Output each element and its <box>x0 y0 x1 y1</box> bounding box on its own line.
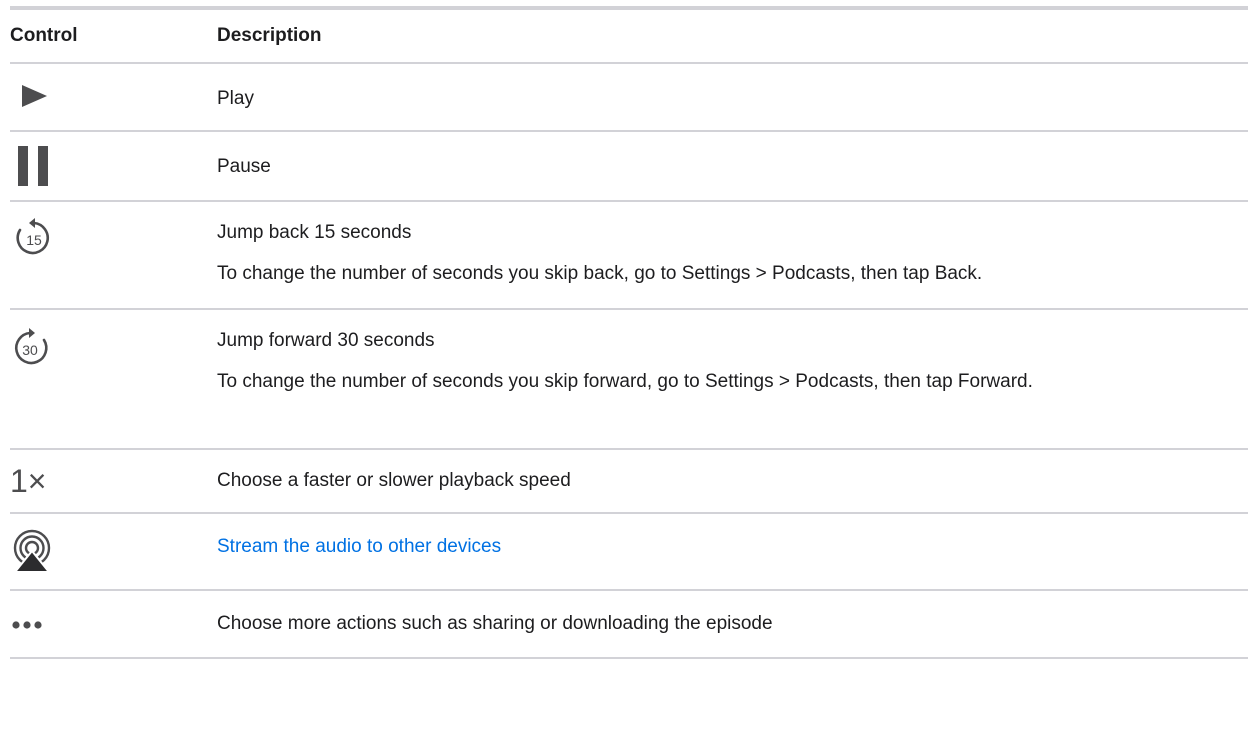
table-header: Control Description <box>10 10 1248 64</box>
table-row: 1× Choose a faster or slower playback sp… <box>10 450 1248 514</box>
row-description: Pause <box>217 156 271 177</box>
table-row: Choose more actions such as sharing or d… <box>10 591 1248 659</box>
row-note: To change the number of seconds you skip… <box>217 263 983 285</box>
stream-audio-link[interactable]: Stream the audio to other devices <box>217 532 1248 562</box>
skip-forward-30-icon: 30 <box>14 328 48 365</box>
playback-speed-icon: 1× <box>10 464 46 498</box>
row-description: Play <box>217 88 254 109</box>
speed-glyph: 1× <box>10 464 46 498</box>
table-row: Play <box>10 64 1248 132</box>
table-row: 15 Jump back 15 seconds To change the nu… <box>10 202 1248 310</box>
row-description: Choose more actions such as sharing or d… <box>217 613 773 634</box>
row-note: To change the number of seconds you skip… <box>217 371 1033 393</box>
controls-table: Control Description Play Pause 15 Jump b… <box>10 6 1248 659</box>
table-row: Pause <box>10 132 1248 202</box>
skip-back-glyph: 15 <box>26 232 42 248</box>
column-header-description: Description <box>217 25 322 46</box>
table-row: 30 Jump forward 30 seconds To change the… <box>10 310 1248 450</box>
column-header-control: Control <box>10 25 78 46</box>
table-row: Stream the audio to other devices <box>10 514 1248 591</box>
row-description: Choose a faster or slower playback speed <box>217 470 571 491</box>
pause-icon <box>18 146 48 186</box>
play-icon <box>22 85 47 107</box>
skip-back-15-icon: 15 <box>16 218 50 255</box>
row-description: Jump forward 30 seconds <box>217 330 435 351</box>
airplay-icon <box>12 529 52 573</box>
skip-forward-glyph: 30 <box>22 342 38 358</box>
more-icon <box>12 621 42 629</box>
row-description: Jump back 15 seconds <box>217 222 412 243</box>
